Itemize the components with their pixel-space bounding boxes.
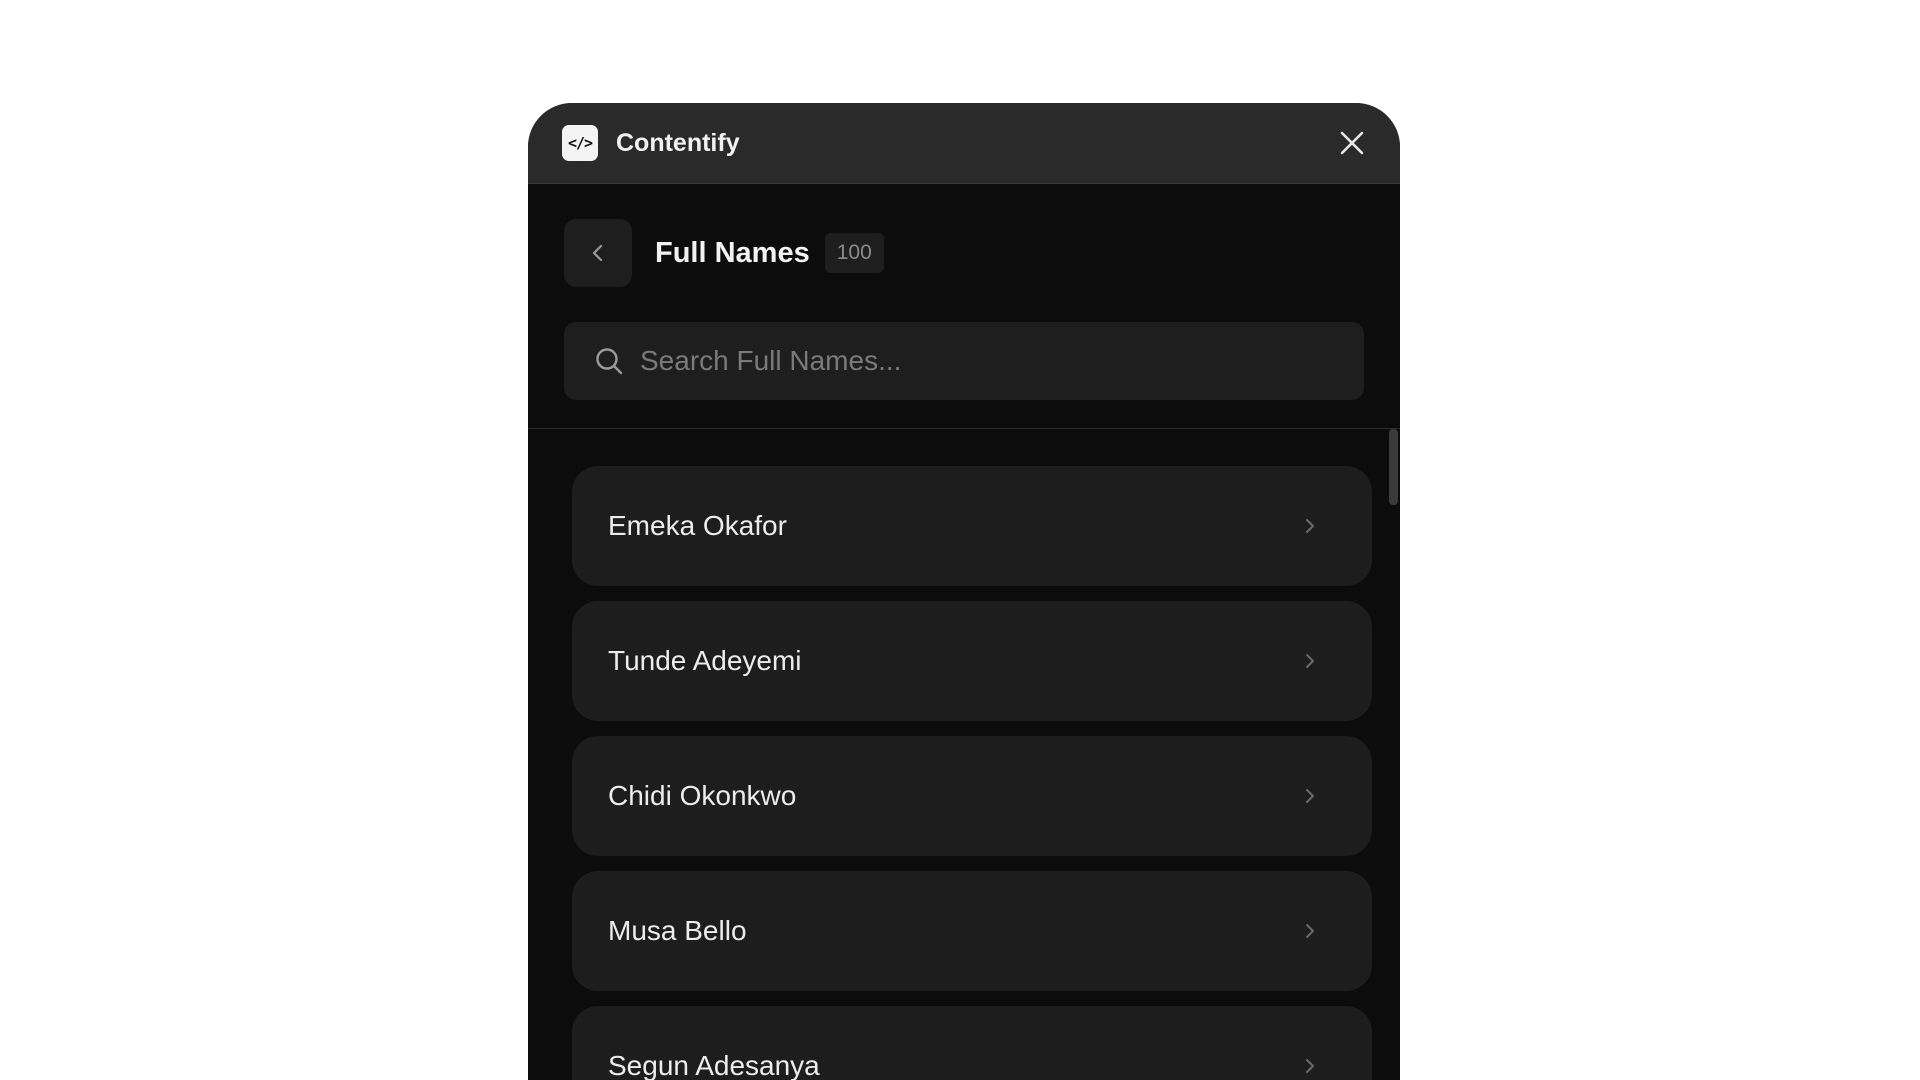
- title-bar: </> Contentify: [528, 103, 1400, 184]
- list-item-label: Musa Bello: [608, 915, 747, 946]
- page-header: Full Names 100: [528, 184, 1400, 308]
- chevron-right-icon: [1306, 519, 1314, 533]
- chevron-left-icon: [592, 244, 603, 262]
- app-logo-icon: </>: [562, 125, 598, 161]
- list-item-label: Chidi Okonkwo: [608, 780, 797, 811]
- scrollbar-thumb[interactable]: [1389, 429, 1398, 505]
- back-button[interactable]: [564, 219, 632, 287]
- page-title: Full Names: [655, 236, 810, 269]
- close-button[interactable]: [1330, 121, 1374, 165]
- list-item-label: Emeka Okafor: [608, 510, 787, 541]
- list-item-label: Segun Adesanya: [608, 1050, 820, 1080]
- chevron-right-icon: [1306, 654, 1314, 668]
- count-badge: 100: [824, 233, 884, 273]
- list-item[interactable]: Emeka Okafor: [572, 466, 1372, 586]
- app-name: Contentify: [616, 128, 740, 157]
- search-input[interactable]: [640, 345, 1334, 377]
- search-icon: [596, 348, 623, 375]
- list-item[interactable]: Tunde Adeyemi: [572, 601, 1372, 721]
- search-box[interactable]: [564, 322, 1364, 400]
- close-icon: [1340, 131, 1364, 155]
- list-item-label: Tunde Adeyemi: [608, 645, 802, 676]
- chevron-right-icon: [1306, 924, 1314, 938]
- list-item[interactable]: Chidi Okonkwo: [572, 736, 1372, 856]
- chevron-right-icon: [1306, 789, 1314, 803]
- list-item[interactable]: Segun Adesanya: [572, 1006, 1372, 1080]
- names-list: Emeka Okafor Tunde Adeyemi Chidi Okonkwo…: [528, 429, 1400, 1080]
- chevron-right-icon: [1306, 1059, 1314, 1073]
- list-item[interactable]: Musa Bello: [572, 871, 1372, 991]
- contentify-panel: </> Contentify Full Names 100 E: [528, 103, 1400, 1080]
